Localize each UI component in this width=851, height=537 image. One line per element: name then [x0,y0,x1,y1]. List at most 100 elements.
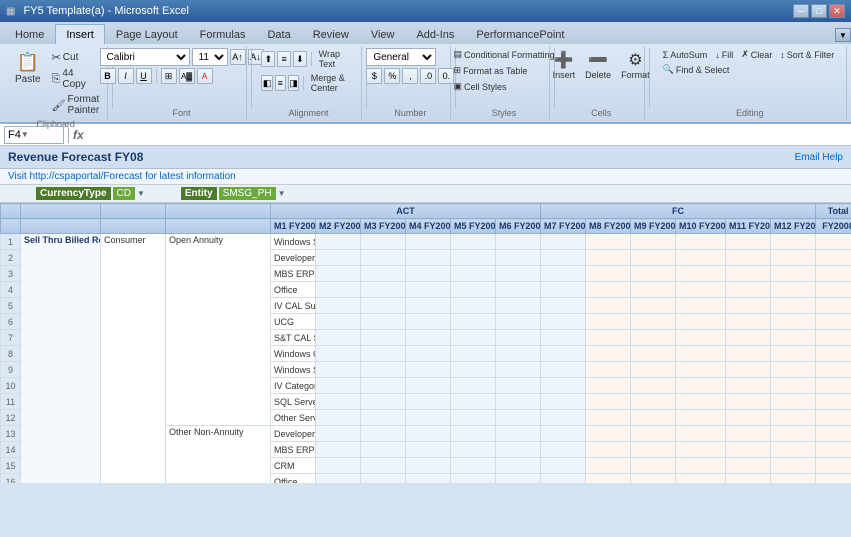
tab-data[interactable]: Data [256,24,301,44]
act-month-3-cell[interactable] [406,234,451,250]
fc-month-7-cell[interactable] [586,410,631,426]
align-left-button[interactable]: ◧ [261,75,272,91]
act-month-4-cell[interactable] [451,314,496,330]
act-month-5-cell[interactable] [496,298,541,314]
fc-month-12-cell[interactable] [816,362,851,378]
fc-month-8-cell[interactable] [631,410,676,426]
wrap-text-button[interactable]: Wrap Text [316,48,356,70]
act-month-3-cell[interactable] [406,394,451,410]
act-month-6-cell[interactable] [541,410,586,426]
format-as-table-button[interactable]: ⊞ Format as Table [451,64,558,77]
fc-month-7-cell[interactable] [586,426,631,442]
fc-month-10-cell[interactable] [726,458,771,474]
product-cell[interactable]: S&T CAL Suites [271,330,316,346]
act-month-5-cell[interactable] [496,378,541,394]
increase-decimal-button[interactable]: .0 [420,68,436,84]
fc-month-8-cell[interactable] [631,394,676,410]
product-cell[interactable]: Office [271,282,316,298]
act-month-4-cell[interactable] [451,426,496,442]
product-cell[interactable]: MBS ERP & Other [271,266,316,282]
act-month-6-cell[interactable] [541,250,586,266]
fc-month-9-cell[interactable] [676,362,726,378]
delete-button[interactable]: ➖ Delete [582,48,614,82]
fc-month-10-cell[interactable] [726,426,771,442]
act-month-3-cell[interactable] [406,426,451,442]
act-month-2-cell[interactable] [361,314,406,330]
font-grow-button[interactable]: A↑ [230,49,246,65]
act-month-6-cell[interactable] [541,314,586,330]
act-month-5-cell[interactable] [496,410,541,426]
fc-month-7-cell[interactable] [586,234,631,250]
fc-month-10-cell[interactable] [726,298,771,314]
fc-month-9-cell[interactable] [676,442,726,458]
maximize-btn[interactable]: □ [811,4,827,18]
act-month-1-cell[interactable] [316,282,361,298]
fc-month-8-cell[interactable] [631,266,676,282]
fc-month-10-cell[interactable] [726,266,771,282]
align-bottom-button[interactable]: ⬇ [293,51,307,67]
fc-month-9-cell[interactable] [676,410,726,426]
act-month-6-cell[interactable] [541,426,586,442]
act-month-1-cell[interactable] [316,346,361,362]
fc-month-7-cell[interactable] [586,442,631,458]
act-month-2-cell[interactable] [361,426,406,442]
align-center-button[interactable]: ≡ [275,75,286,91]
close-btn[interactable]: ✕ [829,4,845,18]
number-format-select[interactable]: General [366,48,436,66]
bold-button[interactable]: B [100,68,116,84]
act-month-4-cell[interactable] [451,298,496,314]
act-month-6-cell[interactable] [541,282,586,298]
fc-month-10-cell[interactable] [726,378,771,394]
act-month-4-cell[interactable] [451,250,496,266]
act-month-1-cell[interactable] [316,458,361,474]
fc-month-10-cell[interactable] [726,234,771,250]
act-month-3-cell[interactable] [406,250,451,266]
act-month-6-cell[interactable] [541,442,586,458]
insert-button[interactable]: ➕ Insert [550,48,579,82]
fc-month-12-cell[interactable] [816,330,851,346]
minimize-btn[interactable]: ─ [793,4,809,18]
fc-month-7-cell[interactable] [586,250,631,266]
act-month-2-cell[interactable] [361,266,406,282]
fc-month-8-cell[interactable] [631,378,676,394]
product-cell[interactable]: Developer Tools [271,250,316,266]
act-month-6-cell[interactable] [541,266,586,282]
product-cell[interactable]: Windows Server & SBS & CAL [271,362,316,378]
fc-month-8-cell[interactable] [631,282,676,298]
act-month-6-cell[interactable] [541,234,586,250]
percent-button[interactable]: % [384,68,400,84]
fc-month-9-cell[interactable] [676,234,726,250]
act-month-2-cell[interactable] [361,298,406,314]
fc-month-9-cell[interactable] [676,330,726,346]
act-month-2-cell[interactable] [361,362,406,378]
fc-month-7-cell[interactable] [586,298,631,314]
act-month-1-cell[interactable] [316,314,361,330]
find-select-button[interactable]: 🔍 Find & Select [660,63,733,76]
fc-month-7-cell[interactable] [586,362,631,378]
act-month-2-cell[interactable] [361,458,406,474]
act-month-2-cell[interactable] [361,250,406,266]
fc-month-11-cell[interactable] [771,410,816,426]
email-help-link[interactable]: Email Help [795,152,843,163]
fc-month-9-cell[interactable] [676,474,726,484]
fc-month-11-cell[interactable] [771,458,816,474]
format-painter-button[interactable]: 🖌 Format Painter [49,93,103,117]
fc-month-12-cell[interactable] [816,234,851,250]
act-month-1-cell[interactable] [316,250,361,266]
act-month-4-cell[interactable] [451,378,496,394]
merge-center-button[interactable]: Merge & Center [308,72,356,94]
fc-month-12-cell[interactable] [816,298,851,314]
fc-month-12-cell[interactable] [816,314,851,330]
fc-month-11-cell[interactable] [771,394,816,410]
fc-month-11-cell[interactable] [771,234,816,250]
fc-month-8-cell[interactable] [631,330,676,346]
fill-button[interactable]: ↓ Fill [712,48,736,61]
act-month-5-cell[interactable] [496,282,541,298]
tab-insert[interactable]: Insert [55,24,105,44]
tab-page-layout[interactable]: Page Layout [105,24,189,44]
act-month-5-cell[interactable] [496,250,541,266]
fc-month-10-cell[interactable] [726,250,771,266]
product-cell[interactable]: MBS ERP & Other [271,442,316,458]
comma-button[interactable]: , [402,68,418,84]
act-month-5-cell[interactable] [496,394,541,410]
